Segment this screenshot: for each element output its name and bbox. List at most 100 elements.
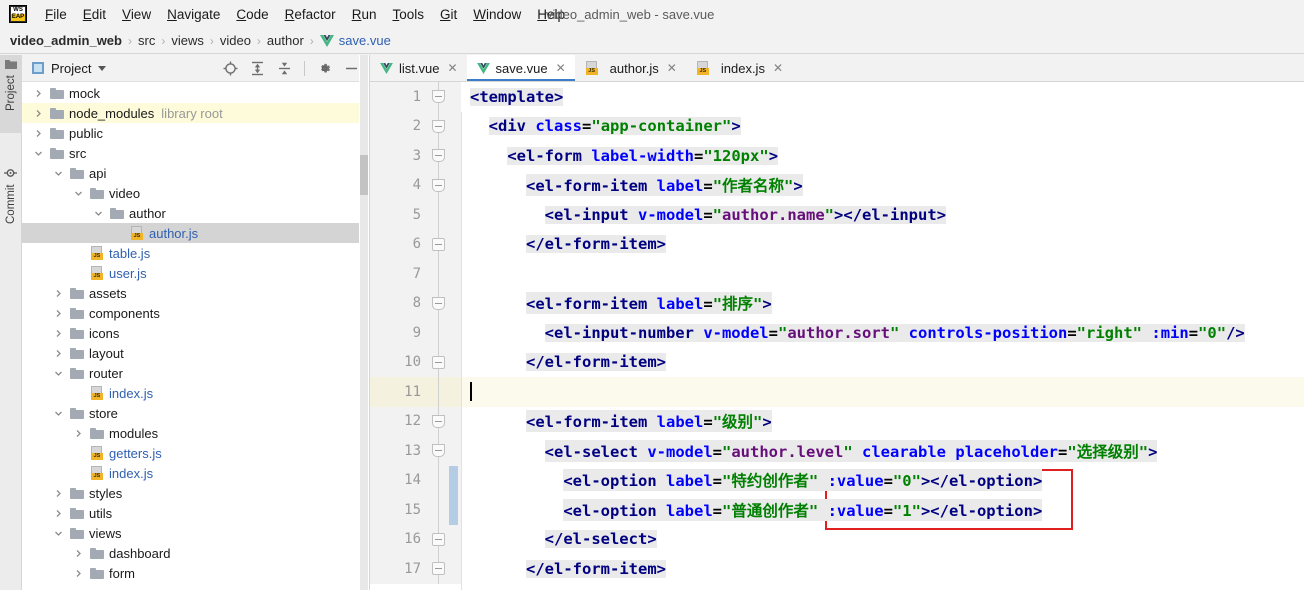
breadcrumb-item-video[interactable]: video	[220, 33, 251, 48]
code-text[interactable]	[470, 259, 1304, 289]
chevron-down-icon[interactable]	[72, 187, 85, 200]
code-line-7[interactable]: 7	[370, 259, 1304, 289]
tree-row-table-js[interactable]: JS table.js	[22, 243, 369, 263]
chevron-down-icon[interactable]	[52, 407, 65, 420]
menu-git[interactable]: Git	[432, 4, 465, 25]
change-marker-gutter[interactable]	[447, 111, 461, 141]
select-opened-file-icon[interactable]	[223, 61, 238, 76]
fold-toggle-icon[interactable]	[432, 562, 445, 575]
chevron-down-icon[interactable]	[32, 147, 45, 160]
tree-row-node_modules[interactable]: node_modules library root	[22, 103, 369, 123]
fold-toggle-icon[interactable]	[432, 355, 445, 369]
chevron-right-icon[interactable]	[52, 347, 65, 360]
breadcrumb-item-author[interactable]: author	[267, 33, 304, 48]
tree-row-components[interactable]: components	[22, 303, 369, 323]
change-marker-gutter[interactable]	[447, 141, 461, 171]
menu-window[interactable]: Window	[465, 4, 529, 25]
change-marker-gutter[interactable]	[447, 259, 461, 289]
close-icon[interactable]: ✕	[556, 61, 566, 75]
change-marker-gutter[interactable]	[447, 347, 461, 377]
chevron-down-icon[interactable]	[98, 65, 107, 71]
change-marker-gutter[interactable]	[447, 200, 461, 230]
code-text[interactable]: </el-form-item>	[470, 230, 1304, 260]
code-text[interactable]: <el-option label="普通创作者" :value="1"></el…	[470, 495, 1304, 525]
change-marker-gutter[interactable]	[447, 377, 461, 407]
tree-row-store[interactable]: store	[22, 403, 369, 423]
breadcrumb-item-project[interactable]: video_admin_web	[10, 33, 122, 48]
code-text[interactable]: <el-form-item label="级别">	[470, 407, 1304, 437]
fold-gutter[interactable]	[430, 436, 447, 466]
tree-row-author-js[interactable]: JS author.js	[22, 223, 369, 243]
chevron-down-icon[interactable]	[52, 527, 65, 540]
fold-gutter[interactable]	[430, 259, 447, 289]
change-marker-gutter[interactable]	[447, 288, 461, 318]
change-marker-gutter[interactable]	[447, 229, 461, 259]
fold-gutter[interactable]	[430, 229, 447, 259]
tree-row-author[interactable]: author	[22, 203, 369, 223]
code-line-14[interactable]: 14 <el-option label="特约创作者" :value="0"><…	[370, 465, 1304, 495]
close-icon[interactable]: ✕	[773, 61, 783, 75]
change-marker-gutter[interactable]	[447, 82, 461, 112]
chevron-right-icon[interactable]	[72, 547, 85, 560]
tree-row-index-js[interactable]: JS index.js	[22, 463, 369, 483]
code-line-12[interactable]: 12 <el-form-item label="级别">	[370, 406, 1304, 437]
code-text[interactable]: <el-select v-model="author.level" cleara…	[470, 436, 1304, 466]
tree-row-styles[interactable]: styles	[22, 483, 369, 503]
scrollbar-thumb[interactable]	[360, 155, 368, 195]
fold-toggle-icon[interactable]	[432, 532, 445, 546]
tree-row-router[interactable]: router	[22, 363, 369, 383]
hide-panel-icon[interactable]	[344, 61, 359, 76]
code-line-13[interactable]: 13 <el-select v-model="author.level" cle…	[370, 436, 1304, 466]
scrollbar-track[interactable]	[360, 55, 368, 590]
code-line-15[interactable]: 15 <el-option label="普通创作者" :value="1"><…	[370, 495, 1304, 525]
code-line-9[interactable]: 9 <el-input-number v-model="author.sort"…	[370, 318, 1304, 348]
collapse-all-icon[interactable]	[277, 61, 292, 76]
code-text[interactable]: <div class="app-container">	[470, 112, 1304, 142]
code-line-1[interactable]: 1 <template>	[370, 82, 1304, 112]
tree-row-video[interactable]: video	[22, 183, 369, 203]
menu-file[interactable]: File	[37, 4, 75, 25]
code-text[interactable]: <el-input-number v-model="author.sort" c…	[470, 318, 1304, 348]
tree-row-assets[interactable]: assets	[22, 283, 369, 303]
code-text[interactable]: <template>	[470, 82, 1304, 112]
code-editor[interactable]: 1 <template> 2 <div class="app-container">…	[370, 82, 1304, 590]
change-marker-gutter[interactable]	[447, 406, 461, 436]
tree-row-form[interactable]: form	[22, 563, 369, 583]
menu-tools[interactable]: Tools	[384, 4, 432, 25]
chevron-right-icon[interactable]	[32, 107, 45, 120]
tree-row-layout[interactable]: layout	[22, 343, 369, 363]
tree-row-modules[interactable]: modules	[22, 423, 369, 443]
chevron-right-icon[interactable]	[32, 127, 45, 140]
fold-gutter[interactable]	[430, 170, 447, 200]
project-tree-scrollbar[interactable]	[359, 55, 369, 590]
fold-gutter[interactable]	[430, 200, 447, 230]
fold-gutter[interactable]	[430, 141, 447, 171]
fold-gutter[interactable]	[430, 524, 447, 554]
code-text[interactable]	[470, 377, 1304, 407]
fold-gutter[interactable]	[430, 111, 447, 141]
fold-gutter[interactable]	[430, 318, 447, 348]
fold-gutter[interactable]	[430, 554, 447, 584]
tree-row-dashboard[interactable]: dashboard	[22, 543, 369, 563]
chevron-right-icon[interactable]	[32, 87, 45, 100]
tab-save-vue[interactable]: save.vue ✕	[466, 55, 575, 81]
code-line-11[interactable]: 11	[370, 377, 1304, 407]
change-marker-gutter[interactable]	[447, 436, 461, 466]
change-marker[interactable]	[449, 465, 458, 495]
tree-row-index-js[interactable]: JS index.js	[22, 383, 369, 403]
chevron-right-icon[interactable]	[52, 507, 65, 520]
menu-view[interactable]: View	[114, 4, 159, 25]
menu-code[interactable]: Code	[228, 4, 276, 25]
code-line-6[interactable]: 6 </el-form-item>	[370, 229, 1304, 260]
change-marker-gutter[interactable]	[447, 318, 461, 348]
code-line-4[interactable]: 4 <el-form-item label="作者名称">	[370, 170, 1304, 200]
breadcrumb-item-views[interactable]: views	[171, 33, 204, 48]
chevron-down-icon[interactable]	[92, 207, 105, 220]
code-line-2[interactable]: 2 <div class="app-container">	[370, 111, 1304, 142]
close-icon[interactable]: ✕	[667, 61, 677, 75]
menu-edit[interactable]: Edit	[75, 4, 114, 25]
change-marker-gutter[interactable]	[447, 554, 461, 584]
code-text[interactable]: <el-input v-model="author.name"></el-inp…	[470, 200, 1304, 230]
code-line-8[interactable]: 8 <el-form-item label="排序">	[370, 288, 1304, 318]
tree-row-src[interactable]: src	[22, 143, 369, 163]
